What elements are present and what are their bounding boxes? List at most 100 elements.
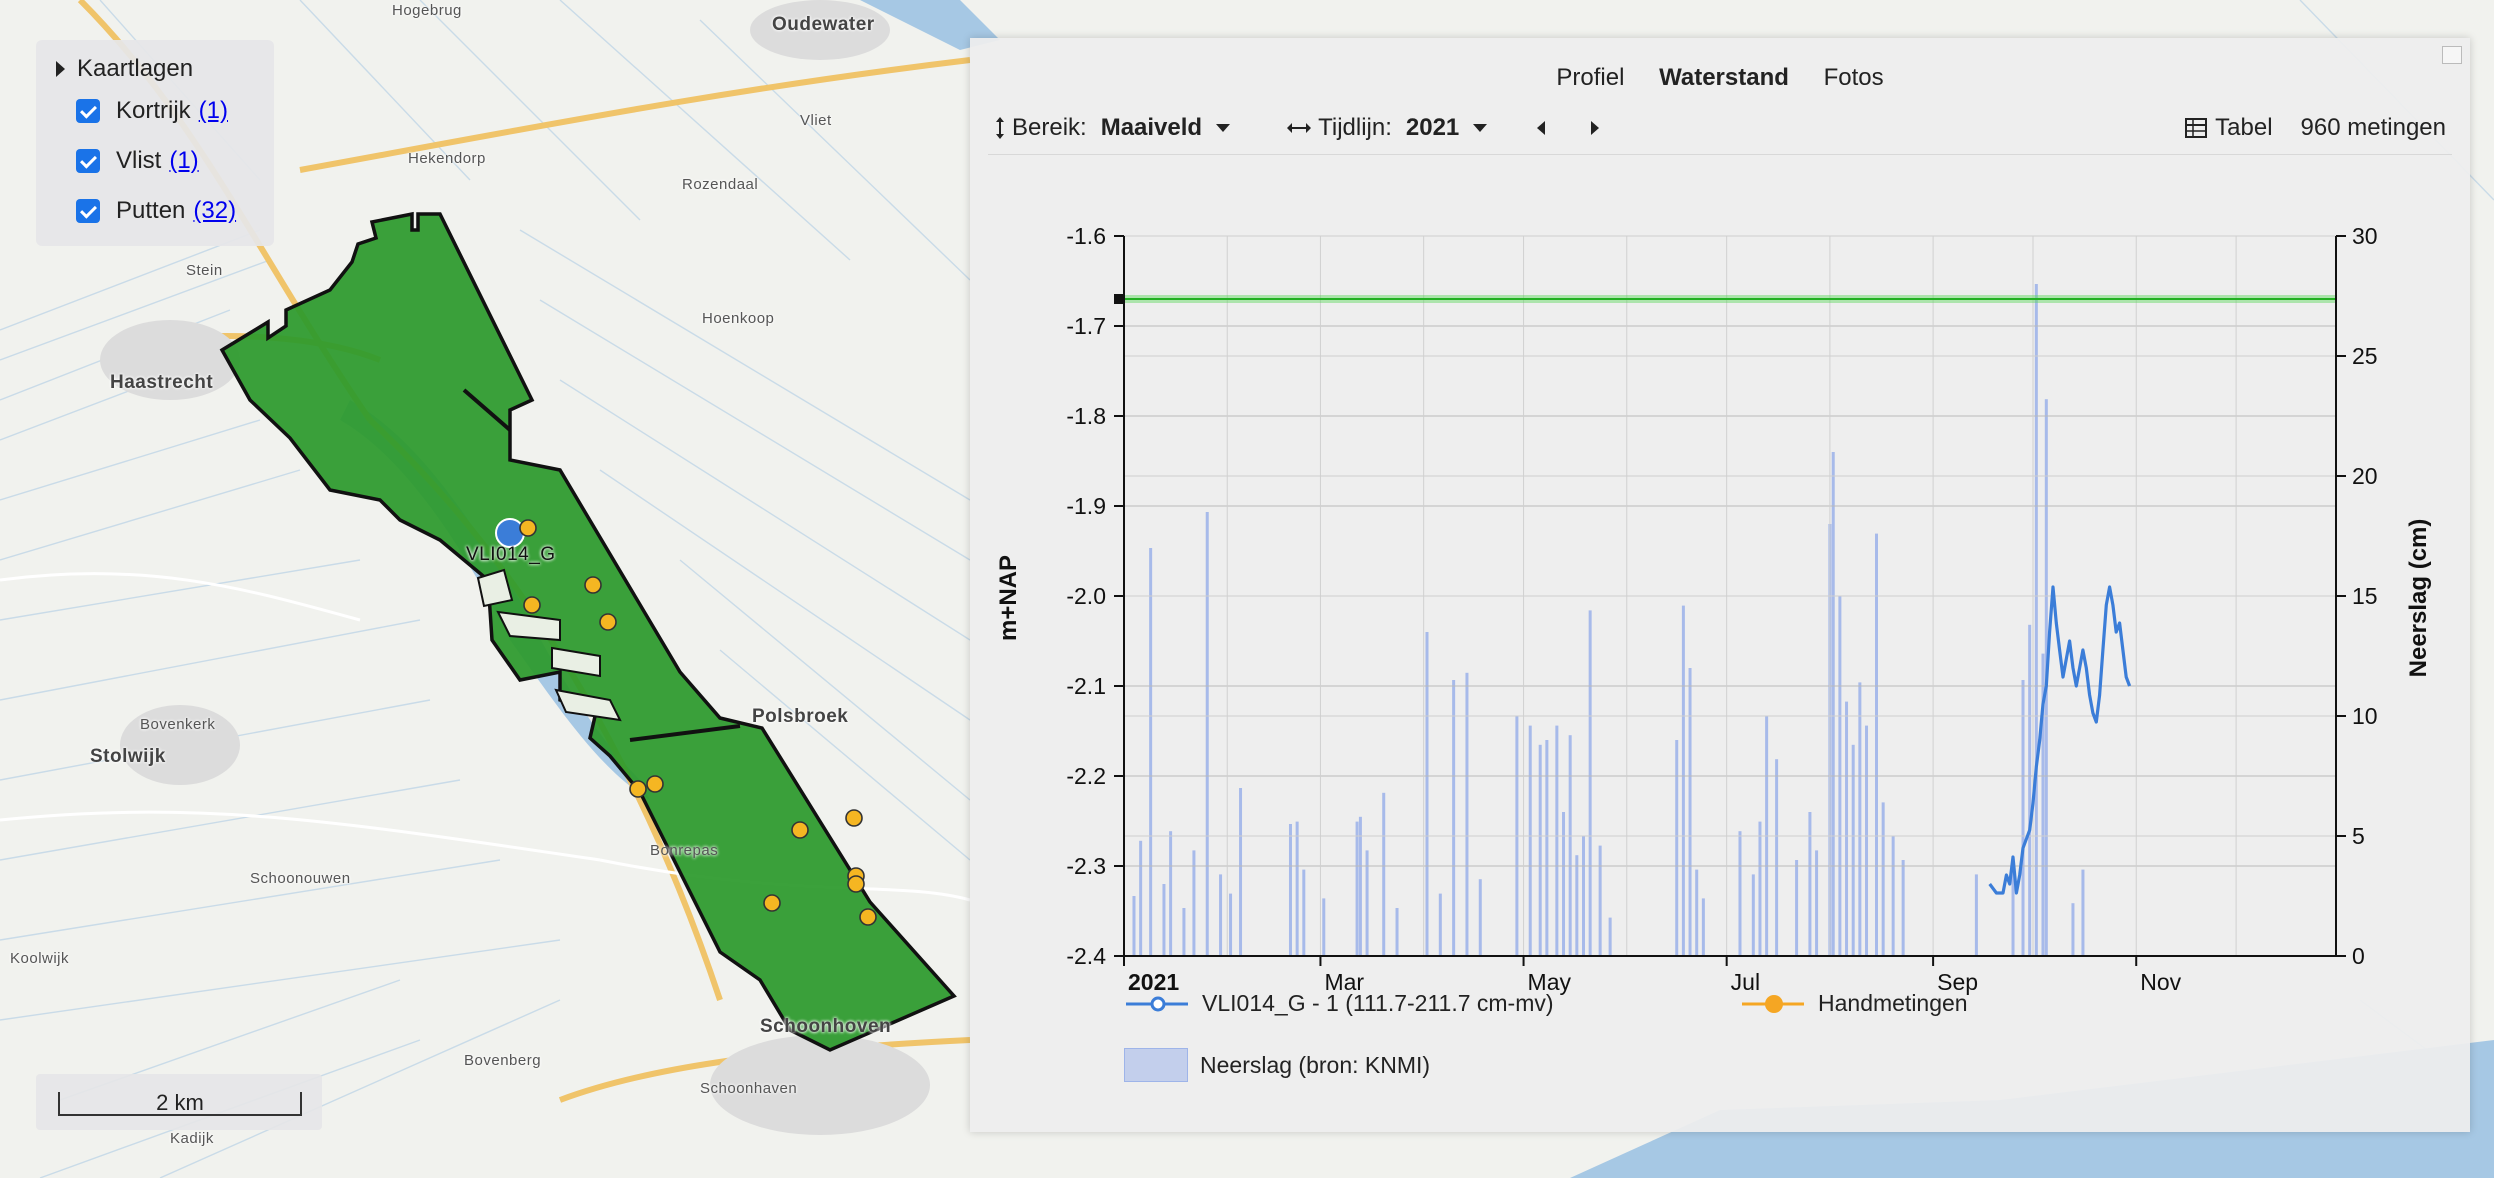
well-marker[interactable]	[859, 908, 877, 926]
chart-grid	[1123, 235, 2336, 957]
rain-bar	[1688, 668, 1692, 956]
groundwater-chart[interactable]: -1.6 -1.7 -1.8 -1.9 -2.0 -2.1 -2.2 -2.3 -2.4 30 25…	[970, 158, 2470, 1128]
legend-area-marker	[1124, 1048, 1188, 1082]
scale-bar-label: 2 km	[58, 1092, 302, 1116]
map-place-label: Bonrepas	[650, 842, 719, 859]
panel-close-button[interactable]	[2442, 46, 2462, 64]
well-marker[interactable]	[523, 596, 541, 614]
maaiveld-line	[1114, 294, 2336, 304]
next-period-icon[interactable]	[1591, 121, 1600, 135]
chart-toolbar: Bereik: Maaiveld Tijdlijn: 2021 Tabel 96…	[994, 108, 2446, 148]
table-button[interactable]: Tabel	[2215, 114, 2272, 142]
panel-tabs: Profiel Waterstand Fotos	[970, 64, 2470, 92]
rain-bar	[1701, 898, 1705, 956]
map-place-label: Bovenkerk	[140, 716, 216, 733]
range-dropdown[interactable]: Maaiveld	[1101, 114, 1202, 142]
rain-bar	[1169, 831, 1173, 956]
rain-bar	[1831, 452, 1835, 956]
rain-bar	[1881, 802, 1885, 956]
y-axis-label: m+NAP	[995, 555, 1022, 641]
rain-bar	[1528, 725, 1532, 956]
y-tick-label: -1.9	[1066, 493, 1106, 519]
map-place-label: Hogebrug	[392, 2, 462, 19]
layer-panel-toggle[interactable]: Kaartlagen	[52, 52, 258, 86]
rain-bar	[1795, 860, 1799, 956]
chart-axes: -1.6 -1.7 -1.8 -1.9 -2.0 -2.1 -2.2 -2.3 -2.4 30 25…	[1066, 223, 2377, 995]
rain-bar	[1395, 908, 1399, 956]
map-place-label: Haastrecht	[110, 372, 214, 393]
scale-bar: 2 km	[36, 1074, 322, 1130]
well-marker[interactable]	[629, 780, 647, 798]
rain-bar	[1355, 821, 1359, 956]
well-marker[interactable]	[791, 821, 809, 839]
vertical-range-icon	[996, 117, 1004, 139]
rain-bar	[1875, 533, 1879, 956]
rain-bar	[1302, 869, 1306, 956]
layer-checkbox[interactable]	[76, 149, 100, 173]
rain-bar	[1598, 845, 1602, 956]
rain-bar	[1139, 840, 1143, 956]
rain-bar	[1575, 855, 1579, 956]
legend-line-marker	[1126, 996, 1188, 1011]
rain-bar	[1581, 836, 1585, 956]
well-marker[interactable]	[845, 809, 863, 827]
y-tick-label: -1.6	[1066, 223, 1106, 249]
y-right-tick-label: 30	[2352, 223, 2378, 249]
rain-bar	[1695, 869, 1699, 956]
rain-bar	[1149, 548, 1153, 956]
legend-item-neerslag[interactable]: Neerslag (bron: KNMI)	[1124, 1048, 1430, 1082]
rain-bar	[1808, 812, 1812, 956]
layer-label: Putten	[116, 197, 186, 224]
rain-bar	[1562, 812, 1566, 956]
chevron-down-icon[interactable]	[1473, 124, 1488, 132]
previous-period-icon[interactable]	[1537, 121, 1546, 135]
selected-well-marker[interactable]	[495, 518, 525, 548]
rain-bar	[2021, 680, 2025, 956]
y-right-tick-label: 0	[2352, 943, 2365, 969]
well-marker[interactable]	[584, 576, 602, 594]
layer-count-link[interactable]: (32)	[193, 197, 236, 225]
rain-bar	[1545, 740, 1549, 956]
maaiveld-marker	[1114, 294, 1124, 304]
well-marker[interactable]	[847, 875, 865, 893]
legend-item-handmetingen[interactable]: Handmetingen	[1740, 990, 1968, 1017]
map-place-label: Schoonouwen	[250, 870, 351, 887]
layer-checkbox[interactable]	[76, 199, 100, 223]
well-marker[interactable]	[646, 775, 664, 793]
map-place-label: Stolwijk	[90, 746, 166, 767]
rain-bar	[1425, 632, 1429, 956]
rain-bar	[1162, 884, 1166, 956]
legend-label: Handmetingen	[1818, 990, 1968, 1016]
map-place-label: Polsbroek	[752, 706, 849, 727]
map-place-label: Stein	[186, 262, 223, 279]
layer-checkbox[interactable]	[76, 99, 100, 123]
rain-bar	[1239, 788, 1243, 956]
y-right-tick-label: 5	[2352, 823, 2365, 849]
legend-point-marker	[1742, 994, 1804, 1013]
tab-fotos[interactable]: Fotos	[1824, 64, 1884, 91]
y-tick-label: -2.3	[1066, 853, 1106, 879]
layer-count-link[interactable]: (1)	[169, 147, 198, 175]
chevron-down-icon[interactable]	[1216, 124, 1231, 132]
rain-bar	[1675, 740, 1679, 956]
rain-bar	[1901, 860, 1905, 956]
timeline-dropdown[interactable]: 2021	[1406, 114, 1459, 142]
rain-bar	[1382, 792, 1386, 956]
layer-count-link[interactable]: (1)	[199, 97, 228, 125]
timeline-label: Tijdlijn:	[1318, 114, 1392, 141]
rain-bar	[1751, 874, 1755, 956]
tab-waterstand[interactable]: Waterstand	[1659, 64, 1789, 91]
map-place-label: Hekendorp	[408, 150, 486, 167]
legend-item-series[interactable]: VLI014_G - 1 (111.7-211.7 cm-mv)	[1124, 990, 1554, 1017]
tab-profiel[interactable]: Profiel	[1556, 64, 1624, 91]
rain-bar	[2034, 284, 2038, 956]
rain-bar	[1974, 874, 1978, 956]
rain-bar	[1438, 893, 1442, 956]
table-icon[interactable]	[2185, 118, 2208, 138]
rain-bar	[1775, 759, 1779, 956]
y-tick-label: -1.8	[1066, 403, 1106, 429]
y-axis-right-label: Neerslag (cm)	[2405, 519, 2432, 678]
well-marker[interactable]	[599, 613, 617, 631]
well-marker[interactable]	[519, 519, 537, 537]
well-marker[interactable]	[763, 894, 781, 912]
